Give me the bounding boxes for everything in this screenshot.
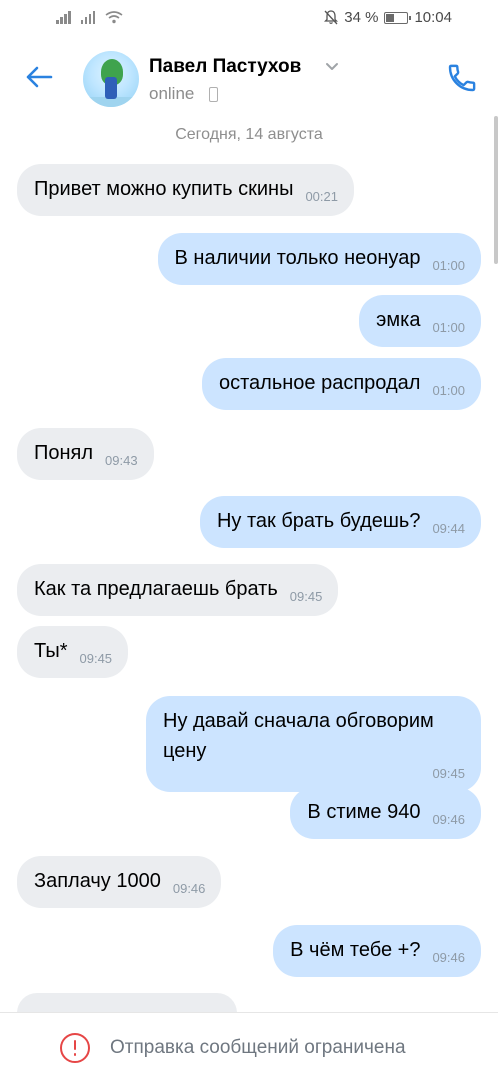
message-time: 09:46 (172, 881, 206, 896)
message-incoming-partial[interactable] (17, 993, 237, 1012)
message-incoming[interactable]: Как та предлагаешь брать 09:45 (17, 564, 339, 616)
message-text: Заплачу 1000 (34, 870, 161, 892)
message-text: Ты* (34, 640, 68, 662)
message-text: В стиме 940 (307, 801, 421, 823)
contact-name[interactable]: Павел Пастухов (149, 56, 301, 78)
message-list[interactable]: Сегодня, 14 августа Привет можно купить … (0, 116, 498, 1012)
message-text: В наличии только неонуар (174, 247, 421, 269)
message-outgoing[interactable]: остальное распродал 01:00 (201, 358, 481, 410)
arrow-left-icon (26, 66, 53, 88)
message-text: Привет можно купить скины (34, 178, 294, 200)
message-time: 01:00 (432, 383, 465, 398)
status-bar: 34 % 10:04 (0, 0, 498, 38)
message-time: 09:45 (79, 651, 113, 666)
status-left (56, 10, 123, 24)
message-outgoing[interactable]: В наличии только неонуар 01:00 (157, 233, 481, 285)
clock: 10:04 (414, 9, 452, 26)
message-incoming[interactable]: Ты* 09:45 (17, 626, 129, 678)
message-outgoing[interactable]: Ну давай сначала обговорим цену 09:45 (146, 696, 481, 792)
chevron-down-icon[interactable] (325, 62, 339, 72)
avatar[interactable] (83, 51, 139, 107)
message-incoming[interactable]: Привет можно купить скины 00:21 (17, 164, 354, 216)
message-outgoing[interactable]: В чём тебе +? 09:46 (273, 925, 481, 977)
message-incoming[interactable]: Заплачу 1000 09:46 (17, 856, 222, 908)
message-time: 09:46 (432, 812, 465, 827)
message-text: Как та предлагаешь брать (34, 578, 278, 600)
message-text: Ну давай сначала обговорим (163, 710, 434, 732)
call-button[interactable] (444, 60, 480, 96)
message-time: 01:00 (432, 258, 465, 273)
message-outgoing[interactable]: Ну так брать будешь? 09:44 (199, 496, 481, 548)
battery-icon (384, 11, 412, 24)
message-time: 09:45 (432, 766, 465, 781)
message-text: цену (163, 740, 207, 762)
signal-icon (80, 10, 95, 24)
message-text: Понял (34, 442, 94, 464)
phone-icon (448, 64, 476, 92)
message-time: 09:46 (432, 950, 465, 965)
restriction-notice: Отправка сообщений ограничена (110, 1037, 406, 1058)
alert-circle-icon (60, 1033, 90, 1063)
message-time: 09:44 (432, 521, 465, 536)
message-time: 01:00 (432, 320, 465, 335)
message-text: Ну так брать будешь? (216, 510, 421, 532)
message-outgoing[interactable]: В стиме 940 09:46 (290, 787, 481, 839)
date-divider: Сегодня, 14 августа (175, 126, 323, 143)
signal-icon (56, 10, 71, 24)
wifi-icon (105, 11, 123, 24)
back-button[interactable] (22, 60, 56, 94)
input-bar: Отправка сообщений ограничена (0, 1012, 498, 1080)
message-text: В чём тебе +? (290, 939, 421, 961)
battery-percent: 34 % (344, 9, 379, 26)
mobile-phone-icon (209, 87, 218, 102)
message-outgoing[interactable]: эмка 01:00 (359, 295, 481, 347)
bell-muted-icon (324, 10, 339, 25)
chat-header: Павел Пастухов online (0, 38, 498, 116)
message-incoming[interactable]: Понял 09:43 (17, 428, 154, 480)
message-time: 09:43 (105, 453, 138, 468)
message-text: остальное распродал (218, 372, 421, 394)
message-time: 00:21 (305, 189, 338, 204)
message-text: эмка (376, 309, 421, 331)
status-right: 34 % 10:04 (324, 9, 452, 26)
message-time: 09:45 (289, 589, 323, 604)
contact-status: online (149, 84, 195, 103)
